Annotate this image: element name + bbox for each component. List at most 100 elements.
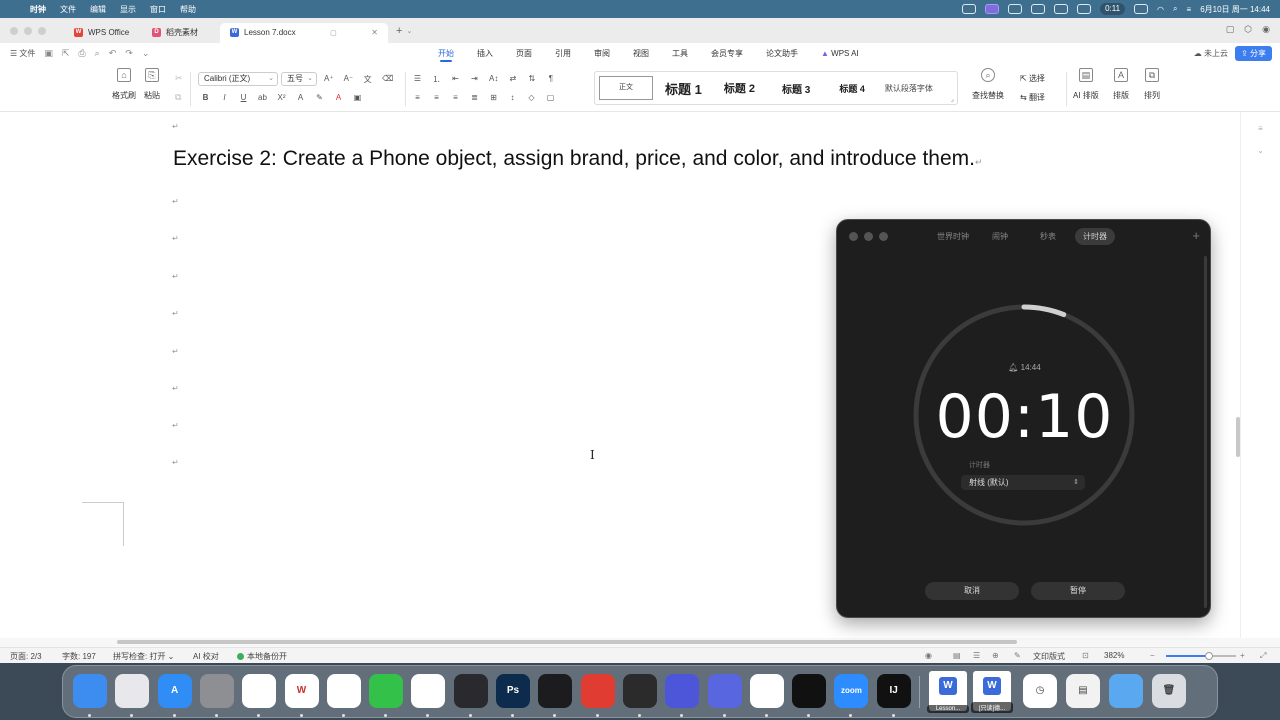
tab-lesson-doc[interactable]: W Lesson 7.docx ▢ ✕ <box>220 22 388 43</box>
export-icon[interactable]: ⇱ <box>62 48 70 59</box>
ribbon-tab-member[interactable]: 会员专享 <box>711 43 743 64</box>
search-icon[interactable]: ⌕ <box>1173 4 1177 14</box>
segment-alarm[interactable]: 闹钟 <box>984 228 1016 245</box>
cloud-status-icon[interactable] <box>1031 4 1046 14</box>
zoom-in-button[interactable]: + <box>1240 651 1245 660</box>
powershell-icon[interactable] <box>707 674 742 708</box>
control-center-icon[interactable]: ≡ <box>1187 5 1192 14</box>
pause-button[interactable]: 暂停 <box>1031 582 1125 600</box>
wps-dock-icon[interactable]: W <box>284 674 319 708</box>
ribbon-tab-view[interactable]: 视图 <box>633 43 649 64</box>
mail-status-icon[interactable] <box>1077 4 1092 14</box>
ribbon-tab-review[interactable]: 审阅 <box>594 43 610 64</box>
align-right-icon[interactable]: ≡ <box>451 93 460 102</box>
ribbon-tab-wps-ai[interactable]: ▲ WPS AI <box>821 43 859 64</box>
segment-world-clock[interactable]: 世界时钟 <box>929 228 977 245</box>
close-window-icon[interactable] <box>10 26 18 35</box>
chevron-down-icon[interactable]: ⌄ <box>406 27 412 35</box>
file-menu-button[interactable]: ☰ 文件 <box>10 48 35 59</box>
downloads-folder-icon[interactable] <box>1109 674 1143 708</box>
more-chevron-icon[interactable]: ⌄ <box>142 48 150 59</box>
wechat-status-icon[interactable] <box>1008 4 1023 14</box>
shading-icon[interactable]: ◇ <box>527 93 536 102</box>
align-center-icon[interactable]: ≡ <box>432 93 441 102</box>
distribute-icon[interactable]: ⊞ <box>489 93 498 102</box>
minimized-window-thumb[interactable]: W Lesson... <box>927 671 969 713</box>
wechat-icon[interactable] <box>369 674 404 708</box>
minimize-window-icon[interactable] <box>24 26 32 35</box>
numbered-list-icon[interactable]: ⒈ <box>432 74 441 85</box>
web-view-icon[interactable]: ⊕ <box>992 651 999 660</box>
cloud-status-button[interactable]: ☁ 未上云 <box>1194 48 1228 59</box>
undo-icon[interactable]: ↶ <box>109 48 117 59</box>
borders-icon[interactable]: ▢ <box>546 93 555 102</box>
spell-check-toggle[interactable]: 拼写检查: 打开 ⌄ <box>113 651 174 662</box>
menu-view[interactable]: 显示 <box>120 4 136 15</box>
exercise-heading[interactable]: Exercise 2: Create a Phone object, assig… <box>173 147 983 171</box>
format-painter-button[interactable]: ⌂ 格式刷 <box>112 68 136 101</box>
screen-share-icon[interactable] <box>985 4 1000 14</box>
text-effect-icon[interactable]: A <box>296 93 305 102</box>
bullet-list-icon[interactable]: ☰ <box>413 74 422 85</box>
davinci-icon[interactable] <box>453 674 488 708</box>
clear-format-icon[interactable]: ⌫ <box>382 74 393 85</box>
ribbon-tab-home[interactable]: 开始 <box>438 43 454 64</box>
preview-icon[interactable]: ⌕ <box>95 48 100 59</box>
horizontal-scrollbar[interactable] <box>117 640 1017 644</box>
justify-icon[interactable]: ≣ <box>470 93 479 102</box>
zoom-slider-knob[interactable] <box>1205 652 1214 660</box>
paste-button[interactable]: ⎘ 粘贴 <box>144 68 160 101</box>
ribbon-tab-insert[interactable]: 插入 <box>477 43 493 64</box>
box-icon[interactable]: ⬡ <box>1244 24 1252 35</box>
style-more-icon[interactable]: ⌟ <box>951 95 954 103</box>
style-normal[interactable]: 正文 <box>599 76 653 100</box>
align-left-icon[interactable]: ≡ <box>413 93 422 102</box>
cancel-button[interactable]: 取消 <box>925 582 1019 600</box>
find-replace-button[interactable]: ⌕ 查找替换 <box>972 68 1004 101</box>
print-icon[interactable]: ⎙ <box>78 48 85 59</box>
ribbon-tab-page[interactable]: 页面 <box>516 43 532 64</box>
outline-view-icon[interactable]: ☰ <box>973 651 980 660</box>
avatar[interactable]: ◉ <box>1262 24 1270 35</box>
zoom-window-icon[interactable] <box>38 26 46 35</box>
ribbon-tab-references[interactable]: 引用 <box>555 43 571 64</box>
zoom-out-button[interactable]: − <box>1150 651 1155 660</box>
photoshop-icon[interactable]: Ps <box>496 674 530 708</box>
minimized-window-thumb[interactable]: W [只读]德... <box>971 671 1013 713</box>
timer-status[interactable]: 0:11 <box>1100 3 1126 15</box>
menu-file[interactable]: 文件 <box>60 4 76 15</box>
chrome-icon[interactable] <box>242 674 277 708</box>
tiktok-icon[interactable] <box>792 674 827 708</box>
zoom-level[interactable]: 382% <box>1104 651 1124 660</box>
rocket-icon[interactable] <box>749 674 784 708</box>
terminal-icon[interactable] <box>665 674 700 708</box>
zoom-slider[interactable] <box>1166 652 1236 660</box>
eye-protect-icon[interactable]: ◉ <box>925 651 932 660</box>
cut-icon[interactable]: ✂ <box>175 73 183 84</box>
edit-mode-icon[interactable]: ✎ <box>1014 651 1021 660</box>
segment-timer[interactable]: 计时器 <box>1075 228 1115 245</box>
wifi-icon[interactable]: ◠ <box>1157 5 1164 14</box>
ai-proof-button[interactable]: AI 校对 <box>193 651 219 662</box>
add-icon[interactable]: + <box>1192 228 1200 243</box>
menu-edit[interactable]: 编辑 <box>90 4 106 15</box>
menu-app-name[interactable]: 时钟 <box>30 4 46 15</box>
close-window-icon[interactable] <box>849 232 858 241</box>
preview-doc-icon[interactable]: ▤ <box>1066 674 1100 708</box>
new-tab-button[interactable]: + <box>396 25 402 37</box>
line-spacing-icon[interactable]: ↕ <box>508 93 517 102</box>
zoom-icon[interactable]: zoom <box>834 674 869 708</box>
sort-text-icon[interactable]: A↕ <box>489 74 498 85</box>
strikethrough-icon[interactable]: ab <box>258 93 267 102</box>
close-icon[interactable]: ✕ <box>371 28 378 37</box>
style-heading-4[interactable]: 标题 4 <box>839 82 865 95</box>
clock-app-icon[interactable]: ◷ <box>1023 674 1057 708</box>
copy-icon[interactable]: ⧉ <box>175 92 181 103</box>
fullscreen-icon[interactable]: ⤢ <box>1260 651 1266 661</box>
shrink-font-icon[interactable]: A⁻ <box>344 74 354 85</box>
vertical-scrollbar[interactable] <box>1236 417 1240 457</box>
trash-icon[interactable]: 🗑︎ <box>1152 674 1186 708</box>
keynote-icon[interactable] <box>622 674 657 708</box>
highlight-icon[interactable]: ✎ <box>315 93 324 102</box>
restore-window-icon[interactable]: ▢ <box>1226 24 1235 35</box>
